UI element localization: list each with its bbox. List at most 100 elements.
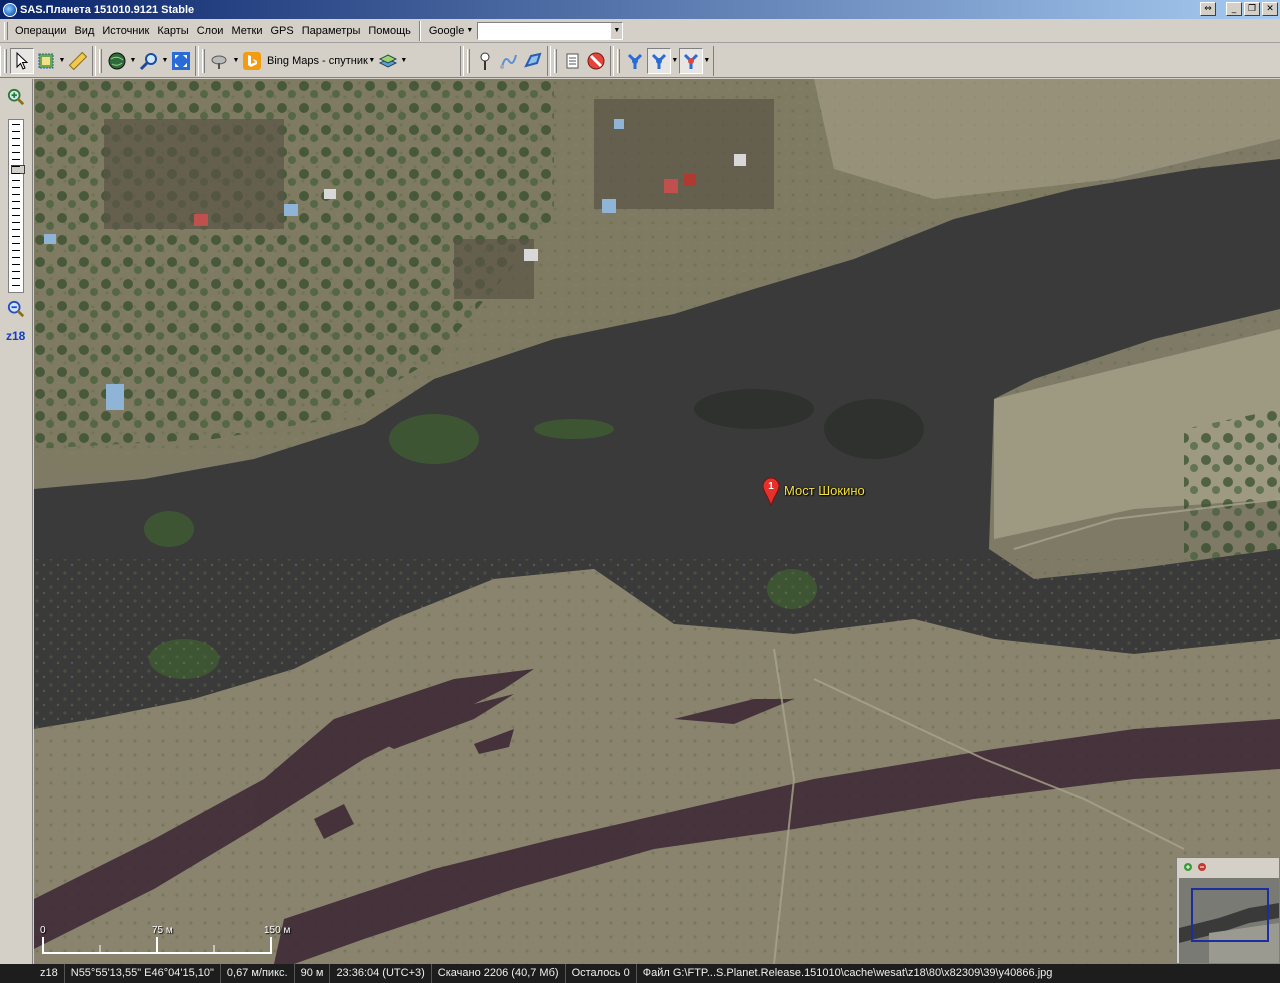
marker-number: 1 bbox=[768, 481, 774, 492]
search-input[interactable] bbox=[478, 22, 611, 39]
gps-track-icon bbox=[651, 53, 666, 69]
satellite-chevron-down-icon[interactable]: ▼ bbox=[232, 57, 240, 64]
zoom-tick bbox=[12, 236, 20, 237]
ruler-button[interactable] bbox=[66, 48, 90, 74]
minimap-view[interactable] bbox=[1179, 878, 1279, 963]
select-area-chevron-down-icon[interactable]: ▼ bbox=[58, 57, 66, 64]
minimap-viewport-frame[interactable] bbox=[1191, 888, 1269, 942]
menu-gps[interactable]: GPS bbox=[267, 21, 298, 41]
menu-maps[interactable]: Карты bbox=[153, 21, 192, 41]
map-source-chevron-down-icon[interactable]: ▼ bbox=[368, 57, 376, 64]
gps-track-button[interactable] bbox=[646, 47, 671, 74]
zoom-tick bbox=[12, 264, 20, 265]
zoom-out-icon bbox=[7, 300, 25, 318]
restore-width-button[interactable]: ⇔ bbox=[1200, 2, 1216, 16]
menu-help[interactable]: Помощь bbox=[364, 21, 415, 41]
menubar-grip[interactable] bbox=[4, 21, 8, 40]
map-marker-icon: 1 bbox=[762, 477, 780, 507]
cursor-arrow-icon bbox=[16, 51, 29, 70]
zoom-tick bbox=[12, 173, 20, 174]
menu-layers[interactable]: Слои bbox=[193, 21, 228, 41]
add-placemark-button[interactable] bbox=[473, 48, 497, 74]
gps-center-icon bbox=[683, 53, 698, 69]
add-polygon-button[interactable] bbox=[521, 48, 545, 74]
zoom-level-label: z18 bbox=[6, 329, 26, 343]
menu-operations[interactable]: Операции bbox=[11, 21, 70, 41]
search-dropdown-chevron-down-icon[interactable]: ▼ bbox=[610, 22, 623, 39]
menu-marks[interactable]: Метки bbox=[227, 21, 266, 41]
close-button[interactable]: ✕ bbox=[1262, 2, 1278, 16]
toolbar-group-gps: ▼ ▼ bbox=[612, 45, 714, 76]
pointer-tool-button[interactable] bbox=[10, 47, 34, 74]
zoom-tick bbox=[12, 124, 20, 125]
minimize-button[interactable]: _ bbox=[1226, 2, 1242, 16]
gps-connect-button[interactable] bbox=[623, 48, 647, 74]
menu-view[interactable]: Вид bbox=[70, 21, 98, 41]
toolbar-group-marks bbox=[462, 45, 548, 76]
path-icon bbox=[499, 54, 517, 69]
zoom-tick bbox=[12, 201, 20, 202]
satellite-button[interactable] bbox=[208, 48, 232, 74]
bing-source-button[interactable] bbox=[240, 48, 264, 74]
marks-manager-button[interactable] bbox=[560, 48, 584, 74]
zoom-out-button[interactable] bbox=[6, 299, 26, 319]
zoom-tool-button[interactable] bbox=[137, 48, 161, 74]
zoom-slider-track[interactable] bbox=[8, 119, 25, 293]
main-toolbar: ▼ ▼ ▼ ▼ Bing Maps - спутник ▼ ▼ ▼ ▼ bbox=[0, 44, 1280, 78]
layers-chevron-down-icon[interactable]: ▼ bbox=[400, 57, 408, 64]
marker-label: Мост Шокино bbox=[784, 483, 865, 498]
zoom-tick bbox=[12, 215, 20, 216]
notes-icon bbox=[566, 53, 579, 68]
menu-bar: Операции Вид Источник Карты Слои Метки G… bbox=[0, 19, 1280, 43]
fullscreen-button[interactable] bbox=[169, 48, 193, 74]
zoom-in-icon bbox=[7, 88, 25, 106]
globe-chevron-down-icon[interactable]: ▼ bbox=[129, 57, 137, 64]
magnifier-icon bbox=[139, 52, 157, 70]
status-resolution: 0,67 м/пикс. bbox=[221, 964, 295, 983]
prohibited-icon bbox=[587, 52, 605, 69]
status-bar: z18 N55°55'13,55" E46°04'15,10" 0,67 м/п… bbox=[0, 964, 1280, 983]
hide-marks-button[interactable] bbox=[584, 48, 608, 74]
status-time: 23:36:04 (UTC+3) bbox=[330, 964, 432, 983]
minimap-zoom-out-icon[interactable] bbox=[1197, 862, 1207, 872]
satellite-imagery bbox=[34, 79, 1280, 964]
fullscreen-icon bbox=[172, 51, 190, 70]
search-provider[interactable]: Google bbox=[425, 25, 466, 37]
satellite-dish-icon bbox=[211, 55, 227, 69]
gps-track-chevron-down-icon[interactable]: ▼ bbox=[671, 57, 679, 64]
gps-center-chevron-down-icon[interactable]: ▼ bbox=[703, 57, 711, 64]
status-downloaded: Скачано 2206 (40,7 Мб) bbox=[432, 964, 566, 983]
placemark[interactable]: 1 Мост Шокино bbox=[762, 477, 865, 507]
add-path-button[interactable] bbox=[497, 48, 521, 74]
menu-settings[interactable]: Параметры bbox=[298, 21, 365, 41]
zoom-tick bbox=[12, 194, 20, 195]
layers-button[interactable] bbox=[376, 48, 400, 74]
ruler-icon bbox=[68, 51, 88, 70]
globe-icon bbox=[108, 52, 126, 69]
zoom-tool-chevron-down-icon[interactable]: ▼ bbox=[161, 57, 169, 64]
menu-source[interactable]: Источник bbox=[98, 21, 153, 41]
zoom-tick bbox=[12, 152, 20, 153]
zoom-tick bbox=[12, 131, 20, 132]
title-bar: SAS.Планета 151010.9121 Stable ⇔ _ ❐ ✕ bbox=[0, 0, 1280, 19]
status-zoom: z18 bbox=[0, 964, 65, 983]
zoom-in-button[interactable] bbox=[6, 87, 26, 107]
window-title: SAS.Планета 151010.9121 Stable bbox=[20, 3, 195, 16]
zoom-tick bbox=[12, 229, 20, 230]
status-file-path: Файл G:\FTP...S.Planet.Release.151010\ca… bbox=[642, 967, 1053, 979]
minimap-zoom-in-icon[interactable] bbox=[1183, 862, 1193, 872]
overview-minimap[interactable] bbox=[1176, 857, 1280, 964]
status-elevation: 90 м bbox=[295, 964, 331, 983]
zoom-panel: z18 bbox=[0, 79, 33, 964]
status-coordinates: N55°55'13,55" E46°04'15,10" bbox=[65, 964, 221, 983]
map-source-label[interactable]: Bing Maps - спутник bbox=[267, 55, 368, 67]
map-pin-icon bbox=[480, 52, 490, 70]
search-combobox[interactable]: ▼ bbox=[477, 21, 624, 40]
maximize-button[interactable]: ❐ bbox=[1244, 2, 1260, 16]
map-viewport[interactable]: 1 Мост Шокино 0 75 м 150 м bbox=[34, 79, 1280, 964]
search-provider-chevron-down-icon[interactable]: ▼ bbox=[466, 27, 473, 34]
select-area-button[interactable] bbox=[34, 48, 58, 74]
gps-center-button[interactable] bbox=[678, 47, 703, 74]
bing-logo-icon bbox=[243, 51, 261, 70]
globe-button[interactable] bbox=[105, 48, 129, 74]
